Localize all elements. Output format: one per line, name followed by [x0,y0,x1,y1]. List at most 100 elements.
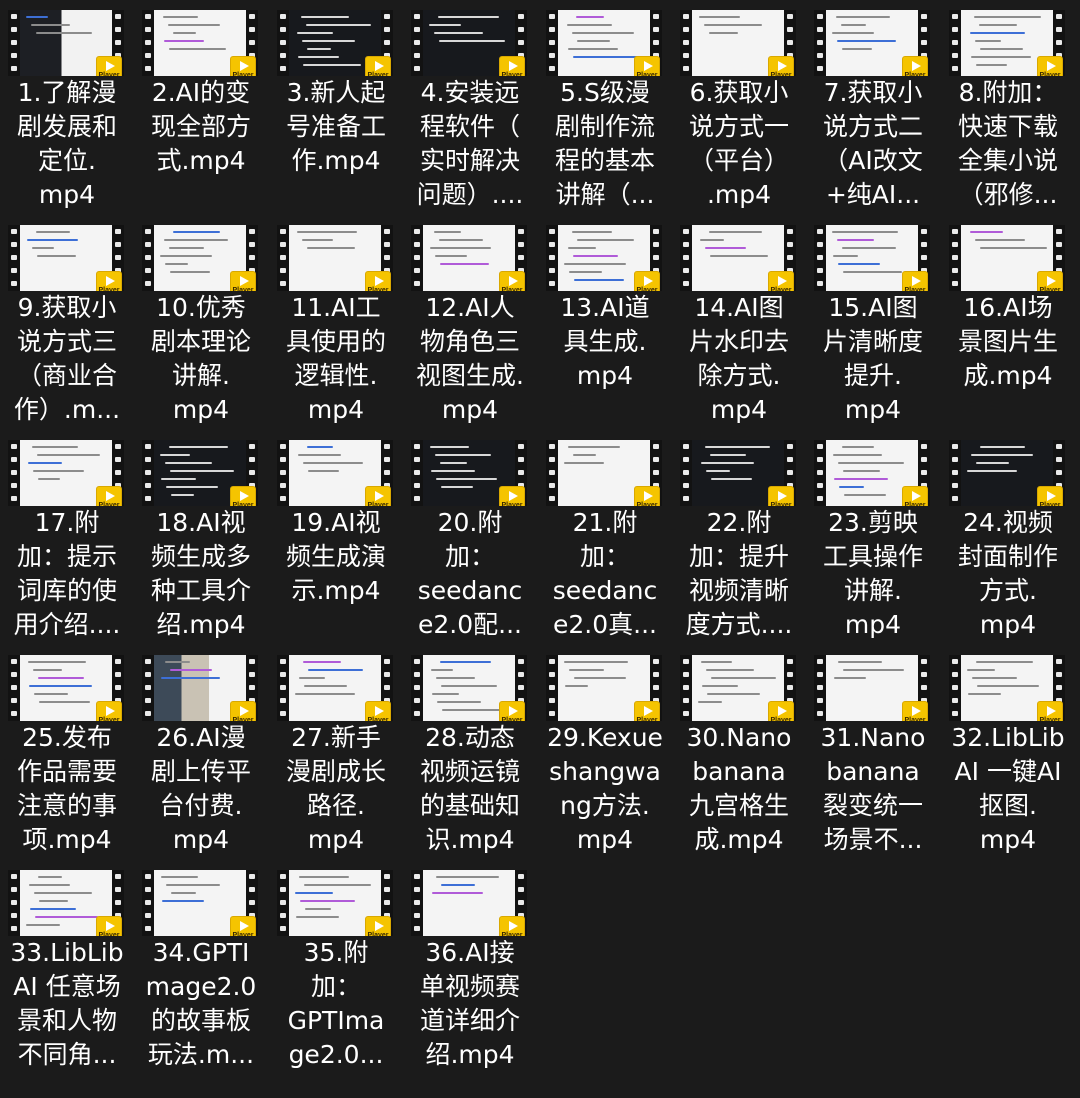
file-item[interactable]: Player 31.Nano banana 裂变统一 场景不... [806,645,940,860]
player-badge-icon: Player [768,701,794,721]
file-name: 5.S级漫 剧制作流 程的基本 讲解（... [538,76,672,212]
file-item[interactable]: Player 11.AI工 具使用的 逻辑性. mp4 [269,215,403,430]
file-item[interactable]: Player 33.LibLib AI 任意场 景和人物 不同角... [0,860,134,1075]
file-item[interactable]: Player 29.Kexue shangwa ng方法. mp4 [538,645,672,860]
file-name-line: 识.mp4 [425,825,515,854]
file-name-line: 全集小说 [957,146,1058,175]
file-name-line: GPTIma [287,1006,385,1035]
file-item[interactable]: Player 12.AI人 物角色三 视图生成. mp4 [403,215,537,430]
file-item[interactable]: Player 15.AI图 片清晰度 提升. mp4 [806,215,940,430]
video-thumbnail: Player [8,655,124,721]
file-name-line: 31.Nano [820,723,926,752]
film-strip-perforation [277,10,289,76]
file-name-line: 的故事板 [150,1006,251,1035]
file-item[interactable]: Player 35.附 加： GPTIma ge2.0... [269,860,403,1075]
video-thumbnail: Player [142,225,258,291]
film-strip-perforation [949,225,961,291]
video-thumbnail: Player [277,225,393,291]
file-item[interactable]: Player 10.优秀 剧本理论 讲解. mp4 [134,215,268,430]
file-item[interactable]: Player 17.附 加：提示 词库的使 用介绍.... [0,430,134,645]
file-item[interactable]: Player 2.AI的变 现全部方 式.mp4 [134,0,268,215]
video-thumbnail: Player [411,655,527,721]
file-item[interactable]: Player 7.获取小 说方式二 （AI改文 +纯AI... [806,0,940,215]
file-item[interactable]: Player 8.附加： 快速下载 全集小说 （邪修... [941,0,1075,215]
video-thumbnail: Player [546,10,662,76]
play-icon [106,276,115,286]
player-badge-icon: Player [96,271,122,291]
video-thumbnail: Player [814,10,930,76]
file-item[interactable]: Player 36.AI接 单视频赛 道详细介 绍.mp4 [403,860,537,1075]
player-badge-icon: Player [365,271,391,291]
player-badge-icon: Player [1037,56,1063,76]
file-item[interactable]: Player 28.动态 视频运镜 的基础知 识.mp4 [403,645,537,860]
play-icon [240,706,249,716]
file-name-line: 18.AI视 [156,508,246,537]
file-name-line: 27.新手 [291,723,381,752]
file-name-line: 式.mp4 [156,146,246,175]
film-strip-perforation [949,440,961,506]
file-item[interactable]: Player 19.AI视 频生成演 示.mp4 [269,430,403,645]
file-item[interactable]: Player 21.附 加： seedanc e2.0真... [538,430,672,645]
film-strip-perforation [949,10,961,76]
file-item[interactable]: Player 27.新手 漫剧成长 路径. mp4 [269,645,403,860]
file-item[interactable]: Player 6.获取小 说方式一 （平台） .mp4 [672,0,806,215]
file-name: 12.AI人 物角色三 视图生成. mp4 [403,291,537,427]
file-item[interactable]: Player 24.视频 封面制作 方式. mp4 [941,430,1075,645]
player-badge-icon: Player [365,56,391,76]
file-name-line: 36.AI接 [425,938,515,967]
file-name-line: 工具操作 [822,542,923,571]
file-name: 16.AI场 景图片生 成.mp4 [941,291,1075,393]
film-strip-perforation [949,655,961,721]
file-name-line: mp4 [844,395,902,424]
file-name-line: （邪修... [958,180,1058,209]
file-name-line: 5.S级漫 [560,78,650,107]
file-name: 33.LibLib AI 任意场 景和人物 不同角... [0,936,134,1072]
file-name-line: 23.剪映 [828,508,918,537]
file-name: 25.发布 作品需要 注意的事 项.mp4 [0,721,134,857]
file-name-line: 漫剧成长 [285,757,386,786]
file-item[interactable]: Player 1.了解漫 剧发展和 定位. mp4 [0,0,134,215]
video-thumbnail: Player [680,440,796,506]
file-item[interactable]: Player 26.AI漫 剧上传平 台付费. mp4 [134,645,268,860]
file-name-line: 13.AI道 [560,293,650,322]
file-name-line: 项.mp4 [22,825,112,854]
play-icon [375,921,384,931]
file-item[interactable]: Player 25.发布 作品需要 注意的事 项.mp4 [0,645,134,860]
file-item[interactable]: Player 3.新人起 号准备工 作.mp4 [269,0,403,215]
file-item[interactable]: Player 13.AI道 具生成. mp4 [538,215,672,430]
file-item[interactable]: Player 23.剪映 工具操作 讲解. mp4 [806,430,940,645]
file-name-line: 17.附 [34,508,100,537]
file-item[interactable]: Player 16.AI场 景图片生 成.mp4 [941,215,1075,430]
file-name: 11.AI工 具使用的 逻辑性. mp4 [269,291,403,427]
file-name-line: mp4 [979,825,1037,854]
file-name-line: 说方式三 [16,327,117,356]
film-strip-perforation [680,10,692,76]
file-name-line: 不同角... [17,1040,117,1069]
film-strip-perforation [142,440,154,506]
file-item[interactable]: Player 5.S级漫 剧制作流 程的基本 讲解（... [538,0,672,215]
film-strip-perforation [8,870,20,936]
file-name: 23.剪映 工具操作 讲解. mp4 [806,506,940,642]
file-item[interactable]: Player 9.获取小 说方式三 （商业合 作）.m... [0,215,134,430]
file-item[interactable]: Player 4.安装远 程软件（ 实时解决 问题）.... [403,0,537,215]
file-name-line: 方式. [979,576,1037,605]
file-name-line: 视频运镜 [419,757,520,786]
file-item[interactable]: Player 18.AI视 频生成多 种工具介 绍.mp4 [134,430,268,645]
file-name: 28.动态 视频运镜 的基础知 识.mp4 [403,721,537,857]
file-item[interactable]: Player 20.附 加： seedanc e2.0配... [403,430,537,645]
file-item[interactable]: Player 30.Nano banana 九宫格生 成.mp4 [672,645,806,860]
file-name-line: +纯AI... [825,180,921,209]
file-item[interactable]: Player 14.AI图 片水印去 除方式. mp4 [672,215,806,430]
file-name-line: 26.AI漫 [156,723,246,752]
file-item[interactable]: Player 22.附 加：提升 视频清晰 度方式.... [672,430,806,645]
file-item[interactable]: Player 32.LibLib AI 一键AI 抠图. mp4 [941,645,1075,860]
file-name-line: 的基础知 [419,791,520,820]
file-name: 20.附 加： seedanc e2.0配... [403,506,537,642]
file-name-line: （AI改文 [823,146,923,175]
film-strip-perforation [680,225,692,291]
file-name: 30.Nano banana 九宫格生 成.mp4 [672,721,806,857]
file-item[interactable]: Player 34.GPTI mage2.0 的故事板 玩法.m... [134,860,268,1075]
play-icon [778,61,787,71]
film-strip-perforation [814,440,826,506]
file-name-line: 29.Kexue [547,723,663,752]
